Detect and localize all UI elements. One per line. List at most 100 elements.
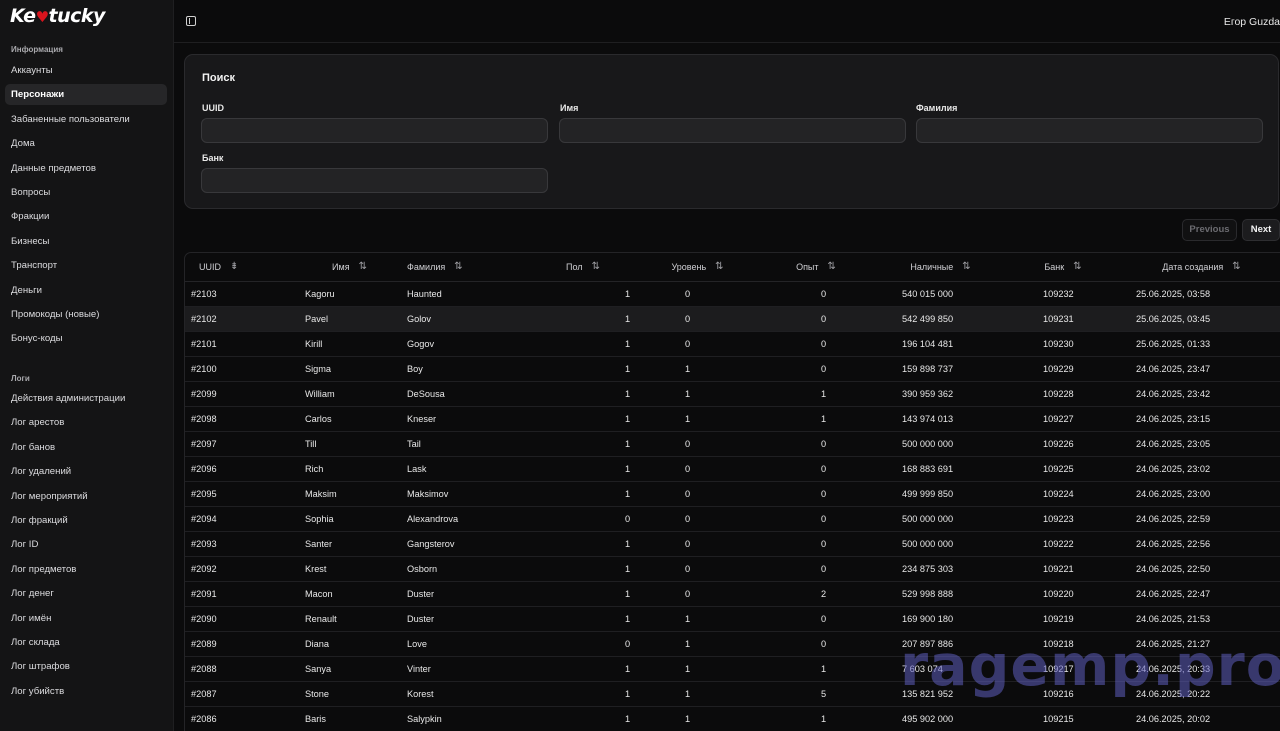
table-row[interactable]: #2096 Rich Lask 1 0 0 168 883 691 109225 24.06.2…	[185, 456, 1280, 481]
sort-arrows-icon[interactable]: ⇅	[962, 261, 970, 272]
user-name[interactable]: Егор Guzda	[1224, 16, 1280, 28]
column-header[interactable]: UUID ⇟	[185, 253, 292, 282]
table-cell: 1	[685, 688, 691, 699]
table-row[interactable]: #2103 Kagoru Haunted 1 0 0 540 015 000 109232 25…	[185, 281, 1280, 306]
table-row[interactable]: #2094 Sophia Alexandrova 0 0 0 500 000 000 1092…	[185, 506, 1280, 531]
table-row[interactable]: #2098 Carlos Kneser 1 1 1 143 974 013 109227 24.…	[185, 406, 1280, 431]
table-cell: 0	[625, 638, 631, 649]
previous-page-button[interactable]: Previous	[1182, 219, 1237, 241]
table-row[interactable]: #2102 Pavel Golov 1 0 0 542 499 850 109231 25.06…	[185, 306, 1280, 331]
table-cell: 24.06.2025, 21:27	[1136, 638, 1211, 649]
sidebar-item[interactable]: Лог фракций	[5, 510, 167, 531]
next-page-button[interactable]: Next	[1242, 219, 1280, 241]
uuid-input[interactable]	[201, 118, 548, 143]
app-logo[interactable]: Ke♥tucky	[10, 5, 105, 27]
table-cell: Haunted	[407, 288, 442, 299]
table-cell: Macon	[305, 588, 333, 599]
sort-arrows-icon[interactable]: ⇅	[828, 261, 836, 272]
column-header[interactable]: Дата создания ⇅	[1108, 253, 1280, 282]
column-header[interactable]: Наличные ⇅	[863, 253, 1004, 282]
table-cell: 2	[821, 588, 827, 599]
search-title: Поиск	[202, 72, 236, 84]
table-cell: 0	[685, 288, 691, 299]
table-row[interactable]: #2097 Till Tail 1 0 0 500 000 000 109226 24.06.2…	[185, 431, 1280, 456]
table-cell: 0	[821, 438, 827, 449]
table-row[interactable]: #2095 Maksim Maksimov 1 0 0 499 999 850 109224 2…	[185, 481, 1280, 506]
table-cell: #2097	[191, 438, 217, 449]
sidebar-item[interactable]: Промокоды (новые)	[5, 304, 167, 325]
surname-input[interactable]	[916, 118, 1263, 143]
table-cell: 24.06.2025, 23:15	[1136, 413, 1211, 424]
column-header[interactable]: Фамилия ⇅	[393, 253, 526, 282]
table-cell: #2092	[191, 563, 217, 574]
sidebar-item[interactable]: Лог арестов	[5, 412, 167, 433]
column-header[interactable]: Имя ⇅	[292, 253, 393, 282]
table-cell: 24.06.2025, 23:02	[1136, 463, 1211, 474]
table-row[interactable]: #2086 Baris Salypkin 1 1 1 495 902 000 109215 24…	[185, 706, 1280, 731]
name-input[interactable]	[559, 118, 906, 143]
column-header[interactable]: Опыт ⇅	[755, 253, 863, 282]
column-header[interactable]: Банк ⇅	[1004, 253, 1108, 282]
sidebar-item[interactable]: Лог банов	[5, 437, 167, 458]
sort-arrows-icon[interactable]: ⇅	[1232, 261, 1240, 272]
column-header[interactable]: Пол ⇅	[526, 253, 626, 282]
table-row[interactable]: #2101 Kirill Gogov 1 0 0 196 104 481 109230 25.0…	[185, 331, 1280, 356]
column-header-label: UUID	[199, 261, 221, 272]
table-row[interactable]: #2091 Macon Duster 1 0 2 529 998 888 109220 24.0…	[185, 581, 1280, 606]
column-header[interactable]: Уровень ⇅	[626, 253, 755, 282]
sidebar-item[interactable]: Лог удалений	[5, 461, 167, 482]
sidebar-item[interactable]: Лог денег	[5, 583, 167, 604]
table-row[interactable]: #2100 Sigma Boy 1 1 0 159 898 737 109229 24.06.2…	[185, 356, 1280, 381]
table-cell: 1	[625, 488, 631, 499]
sidebar-item[interactable]: Деньги	[5, 280, 167, 301]
sidebar-item[interactable]: Лог предметов	[5, 559, 167, 580]
sidebar-item[interactable]: Персонажи	[5, 84, 167, 106]
sort-arrows-icon[interactable]: ⇅	[1073, 261, 1081, 272]
sidebar-item[interactable]: Лог ID	[5, 534, 167, 555]
table-row[interactable]: #2099 William DeSousa 1 1 1 390 959 362 109228 2…	[185, 381, 1280, 406]
table-row[interactable]: #2093 Santer Gangsterov 1 0 0 500 000 000 10922…	[185, 531, 1280, 556]
sidebar-toggle-icon[interactable]	[186, 16, 196, 26]
sidebar-item[interactable]: Фракции	[5, 206, 167, 227]
sidebar-item[interactable]: Данные предметов	[5, 158, 167, 179]
table-row[interactable]: #2088 Sanya Vinter 1 1 1 7 603 074 109217 24.06.…	[185, 656, 1280, 681]
sidebar-item[interactable]: Аккаунты	[5, 60, 167, 81]
sidebar-item[interactable]: Транспорт	[5, 255, 167, 276]
column-header-content: Уровень ⇅	[671, 261, 723, 272]
sidebar-item[interactable]: Забаненные пользователи	[5, 109, 167, 130]
sort-arrows-icon[interactable]: ⇅	[592, 261, 600, 272]
sort-arrows-icon[interactable]: ⇅	[715, 261, 723, 272]
table-cell: Korest	[407, 688, 434, 699]
table-cell: 500 000 000	[902, 513, 954, 524]
sidebar-item[interactable]: Вопросы	[5, 182, 167, 203]
sort-arrows-icon[interactable]: ⇅	[454, 261, 462, 272]
table-cell: Kirill	[305, 338, 323, 349]
sidebar-item[interactable]: Лог штрафов	[5, 656, 167, 677]
table-cell: Renault	[305, 613, 337, 624]
sidebar-item[interactable]: Лог мероприятий	[5, 486, 167, 507]
sidebar-item[interactable]: Бонус-коды	[5, 328, 167, 349]
table-cell: Till	[305, 438, 317, 449]
table-row[interactable]: #2087 Stone Korest 1 1 5 135 821 952 109216 24.0…	[185, 681, 1280, 706]
table-cell: 109228	[1043, 388, 1074, 399]
sidebar-item[interactable]: Лог склада	[5, 632, 167, 653]
table-row[interactable]: #2092 Krest Osborn 1 0 0 234 875 303 109221 24.0…	[185, 556, 1280, 581]
table-cell: #2089	[191, 638, 217, 649]
bank-input[interactable]	[201, 168, 548, 193]
sidebar-item[interactable]: Лог убийств	[5, 681, 167, 702]
column-header-label: Дата создания	[1162, 261, 1224, 272]
table-row[interactable]: #2090 Renault Duster 1 1 0 169 900 180 109219 24…	[185, 606, 1280, 631]
sidebar-item[interactable]: Лог имён	[5, 608, 167, 629]
sidebar-item[interactable]: Дома	[5, 133, 167, 154]
sort-descending-icon[interactable]: ⇟	[230, 261, 238, 272]
table-row[interactable]: #2089 Diana Love 0 1 0 207 897 886 109218 24.06.…	[185, 631, 1280, 656]
table-cell: Sigma	[305, 363, 332, 374]
sort-arrows-icon[interactable]: ⇅	[359, 261, 367, 272]
table-cell: 0	[821, 313, 827, 324]
table-cell: 109232	[1043, 288, 1074, 299]
table-cell: 1	[685, 713, 691, 724]
sidebar-item[interactable]: Действия администрации	[5, 388, 167, 409]
sidebar-item[interactable]: Бизнесы	[5, 231, 167, 252]
table-cell: 500 000 000	[902, 538, 954, 549]
table-cell: Kneser	[407, 413, 437, 424]
